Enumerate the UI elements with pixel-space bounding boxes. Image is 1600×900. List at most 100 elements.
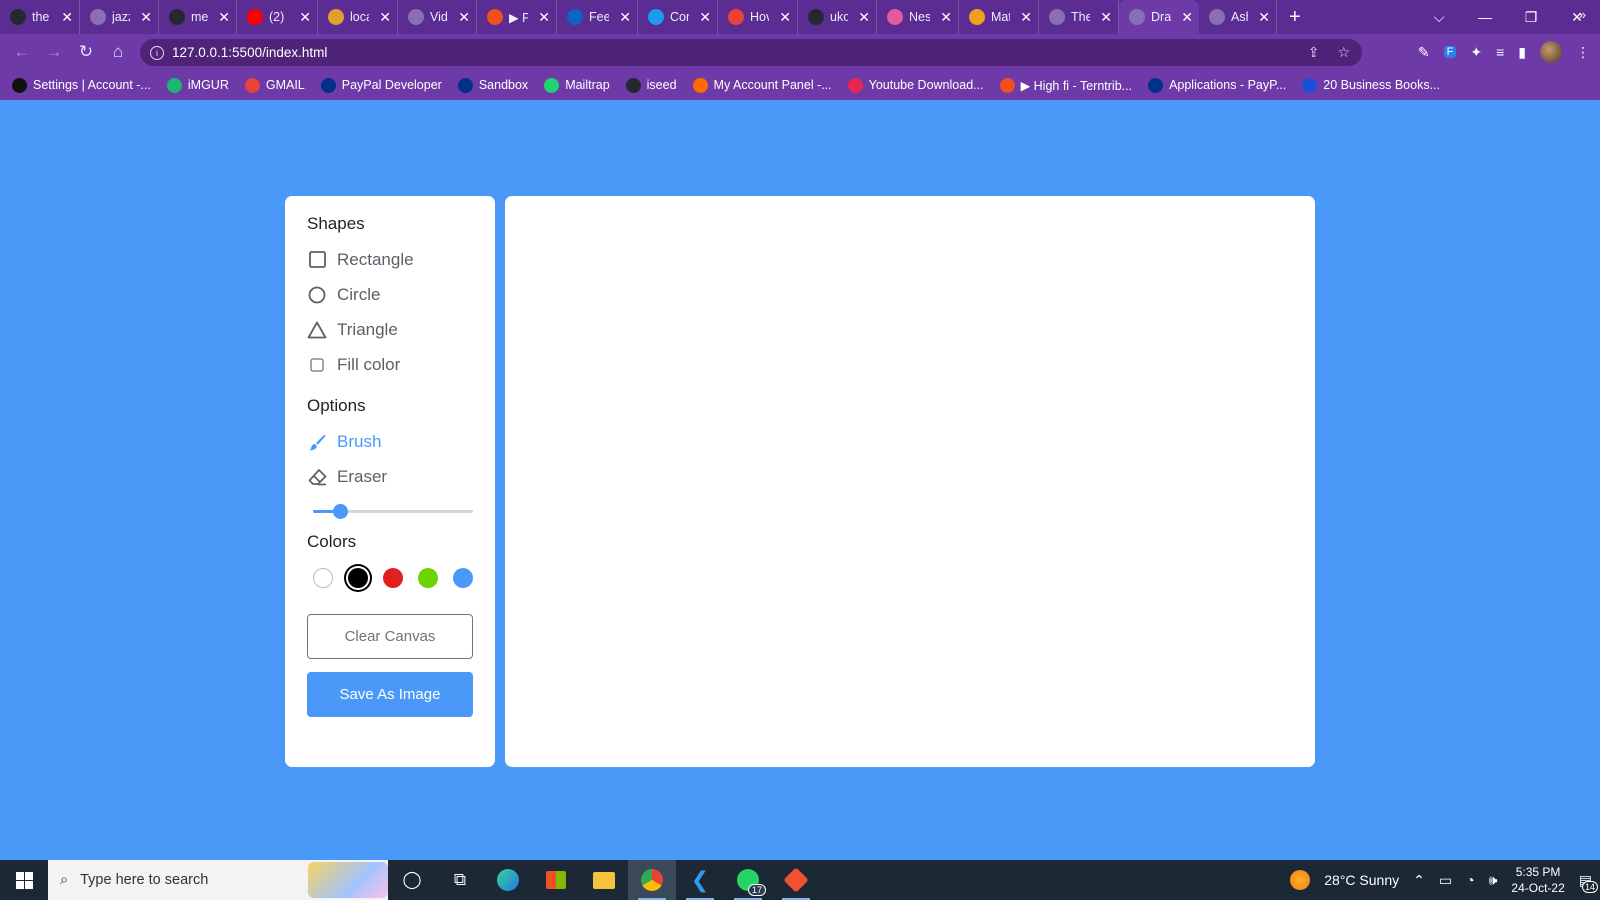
color-swatch[interactable] bbox=[383, 568, 403, 588]
close-tab-icon[interactable]: ✕ bbox=[534, 9, 550, 26]
chrome-icon[interactable] bbox=[628, 860, 676, 900]
bookmark-star-icon[interactable]: ☆ bbox=[1337, 44, 1350, 61]
close-tab-icon[interactable]: ✕ bbox=[695, 9, 711, 26]
clear-canvas-button[interactable]: Clear Canvas bbox=[307, 614, 473, 659]
whatsapp-icon[interactable]: 17 bbox=[724, 860, 772, 900]
slider-thumb[interactable] bbox=[333, 504, 349, 519]
side-panel-icon[interactable]: ▮ bbox=[1518, 44, 1526, 61]
tab-search-icon[interactable]: ⌵ bbox=[1416, 9, 1462, 26]
color-swatch[interactable] bbox=[418, 568, 438, 588]
tray-chevron-icon[interactable]: ⌃ bbox=[1413, 872, 1425, 889]
url-text[interactable]: 127.0.0.1:5500/index.html bbox=[172, 45, 327, 60]
color-swatch[interactable] bbox=[348, 568, 368, 588]
pen-extension-icon[interactable]: ✎ bbox=[1418, 44, 1430, 61]
vscode-icon[interactable]: ❮ bbox=[676, 860, 724, 900]
close-tab-icon[interactable]: ✕ bbox=[775, 9, 791, 26]
close-tab-icon[interactable]: ✕ bbox=[136, 9, 152, 26]
bookmark-item[interactable]: iMGUR bbox=[166, 77, 229, 93]
omnibox[interactable]: i 127.0.0.1:5500/index.html ⇪ ☆ bbox=[140, 39, 1362, 66]
bookmarks-overflow-icon[interactable]: » bbox=[1579, 7, 1586, 22]
volume-icon[interactable]: 🕪 bbox=[1489, 872, 1498, 889]
browser-tab[interactable]: Themes ✕ bbox=[1039, 0, 1119, 34]
browser-tab[interactable]: loca ✕ bbox=[318, 0, 398, 34]
tool-eraser[interactable]: Eraser bbox=[307, 459, 473, 494]
close-tab-icon[interactable]: ✕ bbox=[936, 9, 952, 26]
save-image-button[interactable]: Save As Image bbox=[307, 672, 473, 717]
new-tab-button[interactable]: + bbox=[1277, 0, 1313, 34]
restore-button[interactable]: ❐ bbox=[1508, 9, 1554, 26]
browser-tab[interactable]: Vid ✕ bbox=[398, 0, 477, 34]
browser-tab[interactable]: the ✕ bbox=[0, 0, 80, 34]
close-tab-icon[interactable]: ✕ bbox=[214, 9, 230, 26]
browser-tab[interactable]: Hov ✕ bbox=[718, 0, 798, 34]
site-info-icon[interactable]: i bbox=[150, 45, 164, 60]
tool-triangle[interactable]: Triangle bbox=[307, 312, 473, 347]
profile-avatar[interactable] bbox=[1540, 41, 1562, 63]
browser-tab[interactable]: ▶ P ✕ bbox=[477, 0, 557, 34]
task-view-icon[interactable]: ⧉ bbox=[436, 860, 484, 900]
wifi-icon[interactable]: ◔ bbox=[1466, 872, 1474, 888]
edge-icon[interactable] bbox=[484, 860, 532, 900]
extensions-puzzle-icon[interactable]: ✦ bbox=[1470, 44, 1482, 61]
store-icon[interactable] bbox=[532, 860, 580, 900]
close-tab-icon[interactable]: ✕ bbox=[615, 9, 631, 26]
drawing-canvas[interactable] bbox=[505, 196, 1315, 767]
menu-kebab-icon[interactable]: ⋮ bbox=[1576, 44, 1590, 61]
close-window-button[interactable]: ✕ bbox=[1554, 9, 1600, 26]
bookmark-item[interactable]: Applications - PayP... bbox=[1148, 77, 1286, 93]
close-tab-icon[interactable]: ✕ bbox=[57, 9, 73, 26]
bookmark-item[interactable]: Sandbox bbox=[457, 77, 528, 93]
clock[interactable]: 5:35 PM 24-Oct-22 bbox=[1511, 864, 1564, 896]
close-tab-icon[interactable]: ✕ bbox=[1096, 9, 1112, 26]
close-tab-icon[interactable]: ✕ bbox=[1177, 9, 1193, 26]
reading-list-icon[interactable]: ≡ bbox=[1496, 44, 1504, 60]
ft-extension-icon[interactable]: F bbox=[1443, 46, 1457, 58]
browser-tab[interactable]: ukor/pa ✕ bbox=[798, 0, 877, 34]
file-explorer-icon[interactable] bbox=[580, 860, 628, 900]
tool-brush[interactable]: Brush bbox=[307, 424, 473, 459]
browser-tab[interactable]: Dra ✕ bbox=[1119, 0, 1199, 34]
cortana-icon[interactable]: ◯ bbox=[388, 860, 436, 900]
color-swatch[interactable] bbox=[313, 568, 333, 588]
browser-tab[interactable]: jazz ✕ bbox=[80, 0, 159, 34]
reload-icon[interactable]: ↻ bbox=[70, 42, 102, 62]
back-icon[interactable]: ← bbox=[6, 42, 38, 62]
bookmark-item[interactable]: Mailtrap bbox=[544, 77, 610, 93]
tool-rectangle[interactable]: Rectangle bbox=[307, 242, 473, 277]
bookmark-item[interactable]: PayPal Developer bbox=[320, 77, 442, 93]
close-tab-icon[interactable]: ✕ bbox=[854, 9, 870, 26]
share-icon[interactable]: ⇪ bbox=[1308, 44, 1320, 61]
close-tab-icon[interactable]: ✕ bbox=[295, 9, 311, 26]
bookmark-item[interactable]: ▶ High fi - Terntrib... bbox=[999, 77, 1132, 93]
bookmark-item[interactable]: iseed bbox=[625, 77, 677, 93]
browser-tab[interactable]: Nesting ✕ bbox=[877, 0, 959, 34]
battery-icon[interactable]: ▭ bbox=[1439, 872, 1452, 889]
fill-color-option[interactable]: Fill color bbox=[307, 347, 473, 382]
bookmark-item[interactable]: Settings | Account -... bbox=[12, 77, 151, 93]
browser-tab[interactable]: Materia ✕ bbox=[959, 0, 1039, 34]
weather-sun-icon[interactable] bbox=[1290, 870, 1311, 890]
bookmark-item[interactable]: My Account Panel -... bbox=[692, 77, 832, 93]
browser-tab[interactable]: (2) ✕ bbox=[237, 0, 318, 34]
close-tab-icon[interactable]: ✕ bbox=[375, 9, 391, 26]
taskbar-search[interactable]: ⌕ Type here to search bbox=[48, 860, 388, 900]
home-icon[interactable]: ⌂ bbox=[102, 42, 134, 62]
browser-tab[interactable]: mel ✕ bbox=[159, 0, 237, 34]
tool-circle[interactable]: Circle bbox=[307, 277, 473, 312]
browser-tab[interactable]: Fee ✕ bbox=[557, 0, 638, 34]
fill-color-checkbox[interactable] bbox=[307, 355, 327, 375]
forward-icon[interactable]: → bbox=[38, 42, 70, 62]
weather-text[interactable]: 28°C Sunny bbox=[1324, 872, 1399, 888]
brush-size-slider[interactable] bbox=[307, 494, 473, 528]
close-tab-icon[interactable]: ✕ bbox=[454, 9, 470, 26]
notifications-icon[interactable]: ▤ 14 bbox=[1579, 872, 1598, 893]
minimize-button[interactable]: — bbox=[1462, 9, 1508, 25]
bookmark-item[interactable]: GMAIL bbox=[244, 77, 305, 93]
close-tab-icon[interactable]: ✕ bbox=[1254, 9, 1270, 26]
windows-start-icon[interactable] bbox=[0, 871, 48, 889]
bookmark-item[interactable]: Youtube Download... bbox=[847, 77, 984, 93]
browser-tab[interactable]: Ashion ✕ bbox=[1199, 0, 1277, 34]
browser-tab[interactable]: Cor ✕ bbox=[638, 0, 718, 34]
color-swatch[interactable] bbox=[453, 568, 473, 588]
close-tab-icon[interactable]: ✕ bbox=[1016, 9, 1032, 26]
